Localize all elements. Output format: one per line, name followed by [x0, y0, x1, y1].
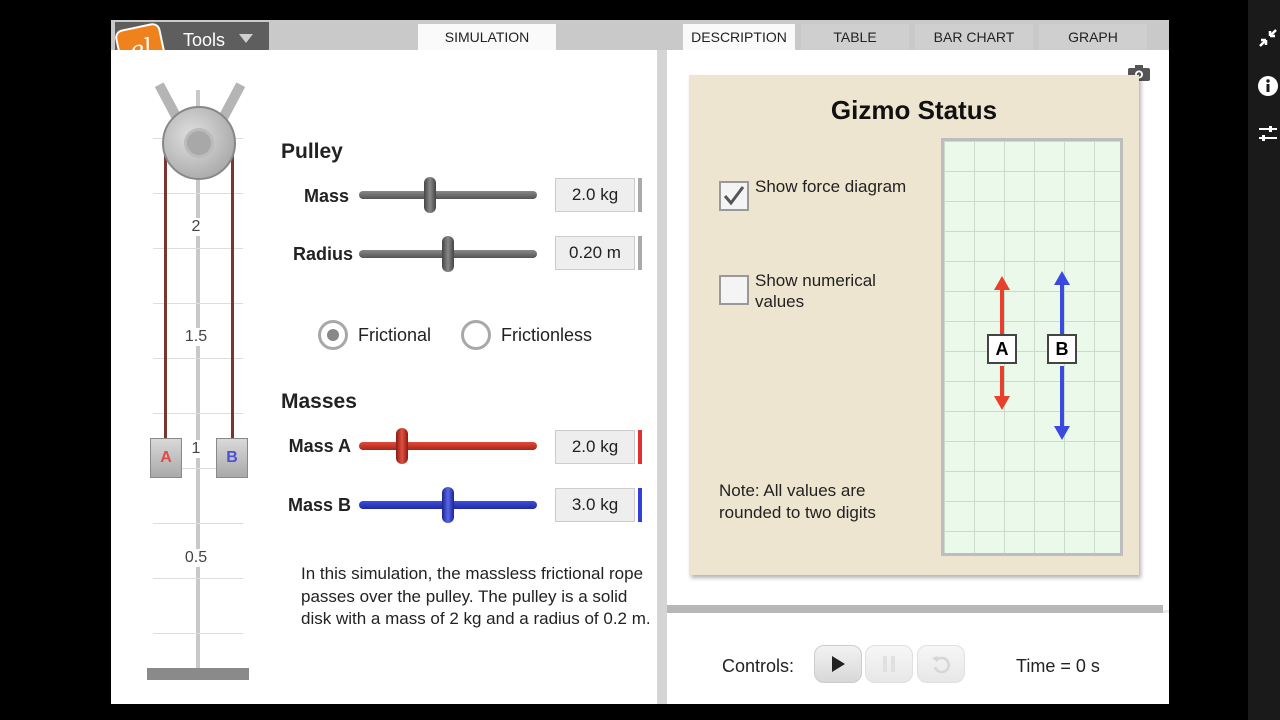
- block-a[interactable]: A: [150, 438, 182, 478]
- mass-b-color-bar: [638, 488, 642, 522]
- side-rail: [1248, 0, 1280, 720]
- pulley-hub: [184, 128, 214, 158]
- play-icon: [832, 656, 845, 672]
- frictional-label[interactable]: Frictional: [358, 325, 431, 346]
- force-label-a: A: [987, 334, 1017, 364]
- checkmark-icon: [723, 186, 745, 206]
- radius-slider-thumb[interactable]: [442, 236, 454, 272]
- mass-slider-track[interactable]: [359, 191, 537, 199]
- rounding-note: Note: All values are rounded to two digi…: [719, 481, 876, 522]
- force-a-up-shaft: [1000, 290, 1004, 334]
- radius-value-field[interactable]: 0.20 m: [555, 236, 635, 270]
- ruler-tick: [153, 633, 243, 634]
- time-readout: Time = 0 s: [1016, 656, 1100, 676]
- mass-b-value-field[interactable]: 3.0 kg: [555, 488, 635, 522]
- mass-color-bar: [638, 178, 642, 212]
- ruler-label: 1.5: [171, 328, 221, 346]
- radius-color-bar: [638, 236, 642, 270]
- ruler-base: [147, 668, 249, 680]
- force-b-up-arrowhead: [1054, 271, 1070, 285]
- show-force-checkbox[interactable]: [719, 181, 749, 211]
- reset-button[interactable]: [917, 645, 965, 683]
- rope-left: [164, 154, 167, 444]
- gizmo-status-card: Gizmo Status Show force diagram Show num…: [689, 75, 1139, 575]
- mass-a-slider-track[interactable]: [359, 442, 537, 450]
- tab-simulation[interactable]: SIMULATION: [418, 24, 556, 50]
- mass-a-label: Mass A: [288, 436, 351, 456]
- show-numerical-checkbox[interactable]: [719, 275, 749, 305]
- panel-divider[interactable]: [657, 50, 667, 704]
- tab-table[interactable]: TABLE: [801, 24, 909, 50]
- mass-value-field[interactable]: 2.0 kg: [555, 178, 635, 212]
- show-numerical-label[interactable]: Show numerical values: [755, 270, 915, 312]
- force-b-down-arrowhead: [1054, 426, 1070, 440]
- gizmo-app: el Tools SIMULATION DESCRIPTION TABLE BA…: [111, 20, 1169, 704]
- show-force-label[interactable]: Show force diagram: [755, 176, 915, 197]
- controls-panel: Controls: Time = 0 s: [667, 613, 1169, 704]
- force-diagram-grid: A B: [941, 138, 1123, 556]
- screen: el Tools SIMULATION DESCRIPTION TABLE BA…: [0, 0, 1280, 720]
- collapse-icon[interactable]: [1256, 26, 1280, 50]
- tab-description[interactable]: DESCRIPTION: [683, 24, 795, 50]
- pause-icon: [883, 656, 895, 672]
- frictionless-radio[interactable]: [461, 320, 491, 350]
- controls-label: Controls:: [722, 656, 795, 676]
- mass-b-slider-thumb[interactable]: [442, 487, 454, 523]
- reset-icon: [932, 656, 950, 674]
- masses-title: Masses: [281, 390, 357, 413]
- chevron-down-icon: [239, 34, 253, 43]
- tab-bar-chart[interactable]: BAR CHART: [915, 24, 1033, 50]
- pause-button[interactable]: [865, 645, 913, 683]
- frictionless-label[interactable]: Frictionless: [501, 325, 592, 346]
- description-text: In this simulation, the massless frictio…: [301, 564, 651, 628]
- info-icon[interactable]: [1256, 74, 1280, 98]
- force-a-down-arrowhead: [994, 396, 1010, 410]
- tab-graph[interactable]: GRAPH: [1039, 24, 1147, 50]
- mass-a-color-bar: [638, 430, 642, 464]
- pulley-title: Pulley: [281, 140, 343, 163]
- radius-label: Radius: [292, 244, 353, 264]
- force-label-b: B: [1047, 334, 1077, 364]
- ruler-label: 2: [171, 218, 221, 236]
- force-a-up-arrowhead: [994, 276, 1010, 290]
- force-b-down-shaft: [1060, 366, 1064, 426]
- force-a-down-shaft: [1000, 366, 1004, 396]
- tools-label: Tools: [183, 30, 226, 50]
- ruler-tick: [153, 523, 243, 524]
- mass-a-slider-thumb[interactable]: [395, 428, 408, 464]
- mass-label: Mass: [303, 186, 349, 206]
- rope-right: [231, 154, 234, 444]
- frictional-radio[interactable]: [318, 320, 348, 350]
- ruler-tick: [153, 578, 243, 579]
- mass-b-label: Mass B: [287, 495, 351, 515]
- ruler-label: 0.5: [171, 549, 221, 567]
- radio-selected-dot: [327, 329, 339, 341]
- mass-a-value-field[interactable]: 2.0 kg: [555, 430, 635, 464]
- play-button[interactable]: [814, 645, 862, 683]
- simulation-panel: 2 1.5 1 0.5 A B Pulley Mass 2.0 kg Radiu…: [111, 50, 657, 704]
- block-b[interactable]: B: [216, 438, 248, 478]
- settings-icon[interactable]: [1256, 122, 1280, 146]
- status-title: Gizmo Status: [830, 95, 998, 125]
- force-b-up-shaft: [1060, 285, 1064, 334]
- panel-splitter[interactable]: [667, 605, 1163, 613]
- mass-slider-thumb[interactable]: [424, 177, 437, 213]
